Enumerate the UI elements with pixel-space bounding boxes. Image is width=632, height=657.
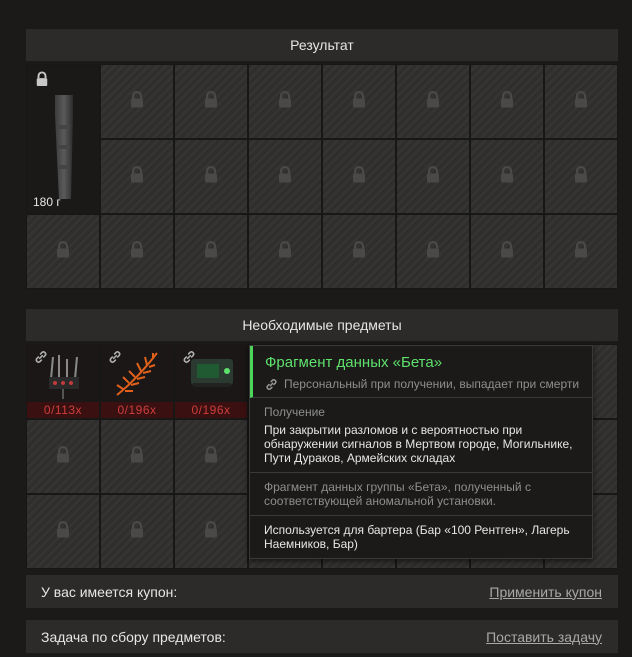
- locked-slot: [470, 64, 544, 139]
- lock-icon: [129, 240, 145, 263]
- lock-icon: [203, 240, 219, 263]
- tooltip-obtain-section: Получение При закрытии разломов и с веро…: [250, 398, 592, 473]
- result-item-magazine[interactable]: 180 г: [26, 64, 100, 214]
- required-title: Необходимые предметы: [242, 317, 402, 333]
- data-device-icon: [191, 359, 233, 387]
- required-item-1[interactable]: 0/113х: [26, 344, 100, 419]
- item-tooltip: Фрагмент данных «Бета» Персональный при …: [249, 345, 593, 559]
- lock-icon: [425, 240, 441, 263]
- locked-slot: [248, 139, 322, 214]
- lock-icon: [499, 90, 515, 113]
- locked-slot: [26, 494, 100, 569]
- lock-icon: [55, 520, 71, 543]
- locked-slot: [248, 214, 322, 289]
- locked-slot: [396, 64, 470, 139]
- lock-icon: [425, 90, 441, 113]
- magazine-icon: [55, 95, 73, 199]
- required-count: 0/113х: [27, 402, 99, 418]
- locked-slot: [174, 419, 248, 494]
- locked-slot: [174, 64, 248, 139]
- locked-slot: [544, 214, 618, 289]
- lock-icon: [203, 520, 219, 543]
- lock-icon: [573, 240, 589, 263]
- locked-slot: [544, 64, 618, 139]
- required-count: 0/196х: [101, 402, 173, 418]
- locked-slot: [322, 214, 396, 289]
- tooltip-header: Фрагмент данных «Бета» Персональный при …: [250, 346, 592, 398]
- required-header: Необходимые предметы: [26, 309, 618, 341]
- lock-icon: [351, 240, 367, 263]
- result-title: Результат: [290, 37, 354, 53]
- locked-slot: [396, 139, 470, 214]
- tooltip-binding: Персональный при получении, выпадает при…: [265, 377, 582, 391]
- tooltip-obtain-text: При закрытии разломов и с вероятностью п…: [264, 423, 573, 465]
- link-icon: [266, 378, 277, 390]
- result-header: Результат: [26, 29, 618, 61]
- locked-slot: [248, 64, 322, 139]
- locked-slot: [26, 419, 100, 494]
- lock-icon: [425, 165, 441, 188]
- locked-slot: [100, 419, 174, 494]
- locked-slot: [396, 214, 470, 289]
- lock-icon: [35, 71, 49, 92]
- locked-slot: [544, 139, 618, 214]
- lock-icon: [55, 240, 71, 263]
- coupon-bar: У вас имеется купон: Применить купон: [26, 575, 618, 608]
- tooltip-usage: Используется для бартера (Бар «100 Рентг…: [264, 523, 570, 551]
- tooltip-title: Фрагмент данных «Бета»: [265, 354, 443, 371]
- locked-slot: [100, 494, 174, 569]
- tooltip-obtain-label: Получение: [264, 405, 325, 419]
- locked-slot: [100, 139, 174, 214]
- tooltip-usage-section: Используется для бартера (Бар «100 Рентг…: [250, 516, 592, 558]
- item-weight: 180 г: [33, 195, 61, 209]
- fern-item-icon: [116, 352, 158, 396]
- lock-icon: [573, 165, 589, 188]
- locked-slot: [174, 139, 248, 214]
- locked-slot: [174, 214, 248, 289]
- task-label: Задача по сбору предметов:: [41, 628, 226, 645]
- cable-item-icon: [49, 355, 79, 399]
- locked-slot: [26, 214, 100, 289]
- required-item-2[interactable]: 0/196х: [100, 344, 174, 419]
- lock-icon: [499, 240, 515, 263]
- lock-icon: [129, 165, 145, 188]
- lock-icon: [573, 90, 589, 113]
- locked-slot: [322, 64, 396, 139]
- coupon-label: У вас имеется купон:: [41, 583, 178, 600]
- locked-slot: [100, 214, 174, 289]
- locked-slot: [322, 139, 396, 214]
- locked-slot: [470, 139, 544, 214]
- lock-icon: [129, 520, 145, 543]
- tooltip-description: Фрагмент данных группы «Бета», полученны…: [264, 480, 531, 508]
- lock-icon: [203, 165, 219, 188]
- lock-icon: [55, 445, 71, 468]
- apply-coupon-link[interactable]: Применить купон: [489, 584, 602, 600]
- tooltip-binding-text: Персональный при получении, выпадает при…: [284, 377, 580, 391]
- lock-icon: [351, 165, 367, 188]
- lock-icon: [277, 90, 293, 113]
- lock-icon: [277, 165, 293, 188]
- set-task-link[interactable]: Поставить задачу: [486, 629, 602, 645]
- lock-icon: [499, 165, 515, 188]
- task-bar: Задача по сбору предметов: Поставить зад…: [26, 620, 618, 653]
- lock-icon: [129, 90, 145, 113]
- required-item-3[interactable]: 0/196х: [174, 344, 248, 419]
- lock-icon: [277, 240, 293, 263]
- locked-slot: [100, 64, 174, 139]
- locked-slot: [470, 214, 544, 289]
- lock-icon: [203, 90, 219, 113]
- tooltip-description-section: Фрагмент данных группы «Бета», полученны…: [250, 473, 592, 516]
- result-grid: 180 г: [26, 64, 618, 289]
- locked-slot: [174, 494, 248, 569]
- lock-icon: [129, 445, 145, 468]
- lock-icon: [203, 445, 219, 468]
- lock-icon: [351, 90, 367, 113]
- required-count: 0/196х: [175, 402, 247, 418]
